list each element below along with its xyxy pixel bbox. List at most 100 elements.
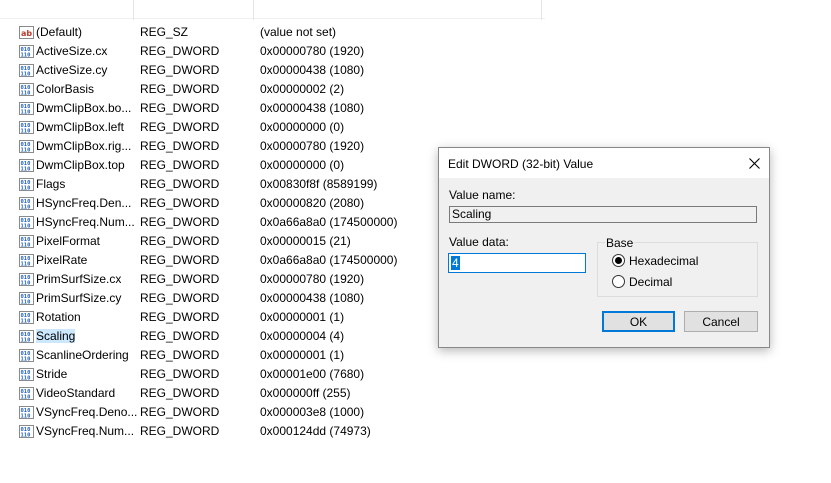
svg-text:110: 110: [21, 299, 31, 305]
column-divider[interactable]: [541, 0, 542, 20]
binary-value-icon: 010 110: [19, 386, 34, 400]
value-data: 0x00000438 (1080): [260, 101, 365, 115]
value-name: DwmClipBox.top: [36, 156, 125, 175]
binary-value-icon: 010 110: [19, 158, 34, 172]
registry-value-row[interactable]: 010 110 PrimSurfSize.cy REG_DWORD 0x00000438…: [0, 289, 430, 308]
value-name-text: DwmClipBox.top: [36, 158, 125, 172]
value-name-text: Rotation: [36, 310, 81, 324]
svg-text:110: 110: [21, 166, 31, 172]
registry-value-row[interactable]: 010 110 PixelFormat REG_DWORD 0x00000015 (21…: [0, 232, 430, 251]
registry-value-row[interactable]: 010 110 ScanlineOrdering REG_DWORD 0x0000000…: [0, 346, 430, 365]
svg-text:110: 110: [21, 375, 31, 381]
hexadecimal-radio[interactable]: [612, 254, 625, 267]
registry-value-row[interactable]: 010 110 PrimSurfSize.cx REG_DWORD 0x00000780…: [0, 270, 430, 289]
binary-value-icon: 010 110: [19, 234, 34, 248]
base-group: [597, 242, 758, 297]
value-data: 0x0a66a8a0 (174500000): [260, 253, 398, 267]
hexadecimal-label[interactable]: Hexadecimal: [629, 254, 698, 268]
registry-value-row[interactable]: 010 110 DwmClipBox.rig... REG_DWORD 0x000007…: [0, 137, 430, 156]
value-data: (value not set): [260, 25, 337, 39]
value-data: 0x00000438 (1080): [260, 63, 365, 77]
value-type: REG_DWORD: [140, 272, 220, 286]
value-name-field: Scaling: [449, 206, 757, 223]
value-type: REG_SZ: [140, 25, 189, 39]
value-data-input[interactable]: 4: [448, 253, 586, 273]
value-data: 0x00000000 (0): [260, 120, 345, 134]
decimal-radio[interactable]: [612, 275, 625, 288]
svg-text:110: 110: [21, 128, 31, 134]
svg-text:110: 110: [21, 394, 31, 400]
dialog-title: Edit DWORD (32-bit) Value: [448, 157, 594, 171]
decimal-label[interactable]: Decimal: [629, 275, 672, 289]
registry-values-list: ab (Default) REG_SZ (value not set) 010 110 Ac…: [0, 23, 430, 441]
value-name-text: (Default): [36, 25, 83, 39]
close-icon: [748, 157, 760, 169]
value-name-text: HSyncFreq.Den...: [36, 196, 132, 210]
registry-value-row[interactable]: 010 110 DwmClipBox.left REG_DWORD 0x00000000…: [0, 118, 430, 137]
registry-value-row[interactable]: 010 110 Rotation REG_DWORD 0x00000001 (1): [0, 308, 430, 327]
value-name: HSyncFreq.Num...: [36, 213, 135, 232]
svg-text:110: 110: [21, 261, 31, 267]
registry-value-row[interactable]: 010 110 HSyncFreq.Den... REG_DWORD 0x0000082…: [0, 194, 430, 213]
registry-value-row[interactable]: 010 110 PixelRate REG_DWORD 0x0a66a8a0 (1745…: [0, 251, 430, 270]
dialog-titlebar[interactable]: Edit DWORD (32-bit) Value: [439, 148, 769, 178]
value-name: Scaling: [36, 327, 76, 346]
registry-value-row[interactable]: 010 110 ActiveSize.cy REG_DWORD 0x00000438 (…: [0, 61, 430, 80]
registry-value-row[interactable]: 010 110 DwmClipBox.bo... REG_DWORD 0x0000043…: [0, 99, 430, 118]
close-button[interactable]: [739, 148, 769, 178]
value-name: PixelRate: [36, 251, 87, 270]
value-data: 0x00000780 (1920): [260, 44, 365, 58]
registry-value-row[interactable]: ab (Default) REG_SZ (value not set): [0, 23, 430, 42]
value-data-text: 4: [451, 256, 460, 270]
binary-value-icon: 010 110: [19, 215, 34, 229]
registry-value-row[interactable]: 010 110 ActiveSize.cx REG_DWORD 0x00000780 (…: [0, 42, 430, 61]
registry-value-row[interactable]: 010 110 Stride REG_DWORD 0x00001e00 (7680): [0, 365, 430, 384]
value-type: REG_DWORD: [140, 177, 220, 191]
value-name: (Default): [36, 23, 82, 42]
ok-button[interactable]: OK: [602, 311, 675, 332]
value-data: 0x00000820 (2080): [260, 196, 365, 210]
value-name-text: VSyncFreq.Deno...: [36, 405, 138, 419]
value-name: DwmClipBox.bo...: [36, 99, 131, 118]
registry-value-row[interactable]: 010 110 DwmClipBox.top REG_DWORD 0x00000000 …: [0, 156, 430, 175]
value-name: HSyncFreq.Den...: [36, 194, 131, 213]
registry-value-row[interactable]: 010 110 Flags REG_DWORD 0x00830f8f (8589199): [0, 175, 430, 194]
column-divider[interactable]: [253, 0, 254, 20]
value-name: PixelFormat: [36, 232, 100, 251]
value-name: DwmClipBox.rig...: [36, 137, 131, 156]
binary-value-icon: 010 110: [19, 177, 34, 191]
value-data: 0x000003e8 (1000): [260, 405, 365, 419]
value-data: 0x00000780 (1920): [260, 139, 365, 153]
binary-value-icon: 010 110: [19, 291, 34, 305]
value-data: 0x00000001 (1): [260, 348, 345, 362]
column-divider[interactable]: [133, 0, 134, 20]
value-name-text: Scaling: [36, 329, 76, 343]
value-name: Stride: [36, 365, 67, 384]
value-data: 0x000124dd (74973): [260, 424, 371, 438]
value-data: 0x000000ff (255): [260, 386, 351, 400]
registry-value-row[interactable]: 010 110 VSyncFreq.Deno... REG_DWORD 0x000003…: [0, 403, 430, 422]
value-data: 0x00000001 (1): [260, 310, 345, 324]
string-value-icon: ab: [19, 25, 34, 39]
value-data: 0x00000002 (2): [260, 82, 345, 96]
value-name-text: DwmClipBox.bo...: [36, 101, 132, 115]
binary-value-icon: 010 110: [19, 63, 34, 77]
cancel-button[interactable]: Cancel: [684, 311, 758, 332]
edit-dword-dialog: Edit DWORD (32-bit) Value Value name: Sc…: [438, 147, 770, 348]
binary-value-icon: 010 110: [19, 310, 34, 324]
cancel-button-label: Cancel: [702, 314, 740, 329]
registry-value-row[interactable]: 010 110 VSyncFreq.Num... REG_DWORD 0x000124d…: [0, 422, 430, 441]
value-name: Flags: [36, 175, 65, 194]
value-type: REG_DWORD: [140, 329, 220, 343]
registry-value-row[interactable]: 010 110 HSyncFreq.Num... REG_DWORD 0x0a66a8a…: [0, 213, 430, 232]
registry-value-row[interactable]: 010 110 ColorBasis REG_DWORD 0x00000002 (2): [0, 80, 430, 99]
registry-value-row[interactable]: 010 110 Scaling REG_DWORD 0x00000004 (4): [0, 327, 430, 346]
value-name: DwmClipBox.left: [36, 118, 124, 137]
registry-value-row[interactable]: 010 110 VideoStandard REG_DWORD 0x000000ff (…: [0, 384, 430, 403]
svg-text:110: 110: [21, 71, 31, 77]
svg-text:ab: ab: [21, 29, 32, 38]
svg-text:110: 110: [21, 52, 31, 58]
value-name: VSyncFreq.Deno...: [36, 403, 137, 422]
value-name: VSyncFreq.Num...: [36, 422, 134, 441]
svg-text:110: 110: [21, 109, 31, 115]
